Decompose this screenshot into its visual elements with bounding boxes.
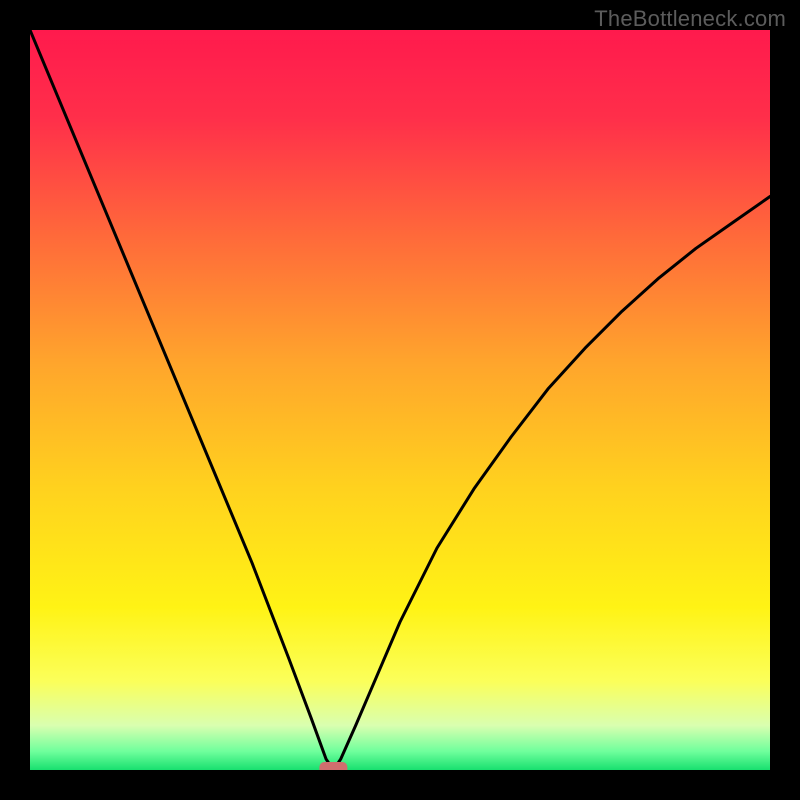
bottleneck-chart <box>30 30 770 770</box>
minimum-marker <box>319 762 347 770</box>
chart-frame: TheBottleneck.com <box>0 0 800 800</box>
chart-background <box>30 30 770 770</box>
watermark-text: TheBottleneck.com <box>594 6 786 32</box>
